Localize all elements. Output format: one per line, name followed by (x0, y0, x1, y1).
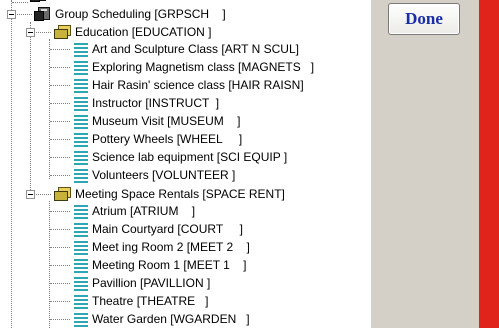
tree-line (50, 67, 70, 68)
tree-leaf[interactable]: Museum Visit [MUSEUM ] (73, 112, 240, 130)
tree-leaf-label: Instructor [INSTRUCT ] (92, 96, 220, 110)
tree-leaf-label: Pottery Wheels [WHEEL ] (92, 132, 243, 146)
tree-leaf-label: Theatre [THEATRE ] (92, 294, 209, 308)
tree-leaf[interactable]: Hair Rasin' science class [HAIR RAISN] (73, 76, 304, 94)
collapse-toggle-icon[interactable] (7, 10, 16, 19)
tree-leaf-label: Science lab equipment [SCI EQUIP ] (92, 150, 288, 164)
tree-line (30, 22, 31, 196)
tree-node-label: Education [EDUCATION ] (75, 25, 212, 39)
tree-leaf-label: Atrium [ATRIUM ] (92, 204, 196, 218)
tree-node-education[interactable]: Education [EDUCATION ] (54, 23, 212, 41)
resource-list-icon (73, 95, 89, 111)
tree-leaf[interactable]: Art and Sculpture Class [ART N SCUL] (73, 40, 299, 58)
tree-line (50, 49, 70, 50)
tree-line (50, 175, 70, 176)
tree-line (11, 0, 12, 328)
resource-list-icon (73, 167, 89, 183)
tree-leaf-label: Main Courtyard [COURT ] (92, 222, 243, 236)
resource-list-icon (73, 293, 89, 309)
resource-list-icon (73, 59, 89, 75)
tree-leaf-label: Art and Sculpture Class [ART N SCUL] (92, 42, 299, 56)
tree-leaf-label: Hair Rasin' science class [HAIR RAISN] (92, 78, 304, 92)
tree-line (50, 229, 70, 230)
tree-leaf-label: Meet ing Room 2 [MEET 2 ] (92, 240, 250, 254)
group-icon (30, 0, 48, 3)
tree-leaf[interactable]: Science lab equipment [SCI EQUIP ] (73, 148, 287, 166)
tree-leaf-label: Museum Visit [MUSEUM ] (92, 114, 241, 128)
resource-list-icon (73, 41, 89, 57)
tree-leaf[interactable]: Atrium [ATRIUM ] (73, 202, 195, 220)
resource-list-icon (73, 239, 89, 255)
tree-leaf-label: Pavillion [PAVILLION ] (92, 276, 211, 290)
tree-leaf[interactable]: Water Garden [WGARDEN ] (73, 310, 250, 328)
tree-leaf-label: Volunteers [VOLUNTEER ] (92, 168, 236, 182)
tree-leaf[interactable]: Pottery Wheels [WHEEL ] (73, 130, 242, 148)
resource-list-icon (73, 203, 89, 219)
schedule-group-icon (34, 6, 52, 22)
resource-tree[interactable]: Group Scheduling [GRPSCH ] Education [ED… (0, 0, 370, 328)
tree-leaf-label: Meeting Room 1 [MEET 1 ] (92, 258, 247, 272)
collapse-toggle-icon[interactable] (26, 190, 35, 199)
tree-line (50, 283, 70, 284)
tree-line (50, 247, 70, 248)
resource-list-icon (73, 311, 89, 327)
tree-line (49, 39, 50, 179)
tree-leaf-label: Water Garden [WGARDEN ] (92, 312, 250, 326)
tree-node-label: Group Scheduling [GRPSCH ] (55, 7, 226, 21)
resource-list-icon (73, 257, 89, 273)
tree-line (50, 157, 70, 158)
tree-node-partial[interactable] (30, 0, 51, 4)
tree-node-meeting-space-rentals[interactable]: Meeting Space Rentals [SPACE RENT] (54, 185, 285, 203)
tree-leaf[interactable]: Pavillion [PAVILLION ] (73, 274, 210, 292)
tree-line (50, 301, 70, 302)
folder-icon (54, 25, 72, 39)
tree-leaf-label: Exploring Magnetism class [MAGNETS ] (92, 60, 315, 74)
tree-leaf[interactable]: Exploring Magnetism class [MAGNETS ] (73, 58, 314, 76)
folder-icon (54, 187, 72, 201)
tree-node-group-scheduling[interactable]: Group Scheduling [GRPSCH ] (34, 5, 226, 23)
done-button[interactable]: Done (388, 3, 460, 35)
collapse-toggle-icon[interactable] (26, 28, 35, 37)
resource-list-icon (73, 77, 89, 93)
side-panel (371, 0, 479, 328)
tree-node-label: Meeting Space Rentals [SPACE RENT] (75, 187, 285, 201)
tree-line (50, 103, 70, 104)
tree-line (50, 265, 70, 266)
tree-leaf[interactable]: Main Courtyard [COURT ] (73, 220, 243, 238)
resource-list-icon (73, 149, 89, 165)
tree-line (50, 139, 70, 140)
tree-leaf[interactable]: Meet ing Room 2 [MEET 2 ] (73, 238, 250, 256)
tree-leaf[interactable]: Theatre [THEATRE ] (73, 292, 208, 310)
window-edge (479, 0, 499, 328)
resource-list-icon (73, 113, 89, 129)
tree-line (12, 2, 28, 3)
tree-leaf[interactable]: Instructor [INSTRUCT ] (73, 94, 219, 112)
tree-leaf[interactable]: Meeting Room 1 [MEET 1 ] (73, 256, 247, 274)
tree-line (50, 85, 70, 86)
resource-list-icon (73, 275, 89, 291)
tree-line (50, 211, 70, 212)
tree-leaf[interactable]: Volunteers [VOLUNTEER ] (73, 166, 235, 184)
resource-list-icon (73, 221, 89, 237)
resource-list-icon (73, 131, 89, 147)
tree-line (50, 319, 70, 320)
tree-line (50, 121, 70, 122)
